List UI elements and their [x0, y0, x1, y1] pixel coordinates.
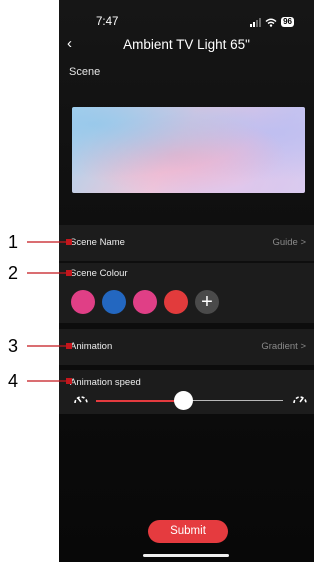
animation-speed-slider[interactable]: [73, 388, 309, 412]
colour-swatch[interactable]: [164, 290, 188, 314]
scene-label: Scene: [69, 66, 101, 78]
status-time: 7:47: [96, 16, 119, 28]
slider-track-filled: [96, 400, 184, 402]
animation-speed-label: Animation speed: [70, 377, 141, 388]
colour-swatch[interactable]: [133, 290, 157, 314]
annotation-number-1: 1: [8, 232, 19, 252]
slow-speed-icon: [74, 396, 88, 404]
scene-preview: [72, 107, 305, 193]
chevron-right-icon: >: [300, 237, 306, 248]
colour-swatches: +: [71, 290, 219, 314]
page-title: Ambient TV Light 65": [123, 37, 250, 52]
colour-swatch[interactable]: [71, 290, 95, 314]
animation-row[interactable]: Animation Gradient >: [59, 329, 314, 365]
slider-track: [183, 400, 283, 401]
scene-name-value: Guide >: [272, 237, 306, 248]
slider-thumb[interactable]: [174, 391, 194, 410]
animation-value: Gradient >: [261, 341, 306, 352]
animation-label: Animation: [70, 341, 113, 352]
battery-icon: 96: [281, 17, 294, 27]
add-colour-button[interactable]: +: [195, 290, 219, 314]
submit-button[interactable]: Submit: [148, 520, 228, 543]
phone-screen: 7:47 96 ‹ Ambient TV Light 65" Scene Sce…: [59, 0, 314, 562]
status-icons: 96: [250, 17, 294, 27]
annotation-number-3: 3: [8, 336, 19, 356]
scene-name-row[interactable]: Scene Name Guide >: [59, 225, 314, 261]
home-indicator: [143, 554, 229, 557]
annotation-number-2: 2: [8, 263, 19, 283]
signal-icon: [250, 17, 262, 27]
wifi-icon: [265, 18, 277, 27]
fast-speed-icon: [293, 396, 307, 404]
scene-name-label: Scene Name: [70, 237, 125, 248]
status-bar: 7:47 96: [59, 15, 314, 31]
colour-swatch[interactable]: [102, 290, 126, 314]
header: ‹ Ambient TV Light 65": [59, 35, 314, 56]
chevron-right-icon: >: [300, 341, 306, 352]
annotation-number-4: 4: [8, 371, 19, 391]
scene-colour-label: Scene Colour: [70, 268, 128, 279]
